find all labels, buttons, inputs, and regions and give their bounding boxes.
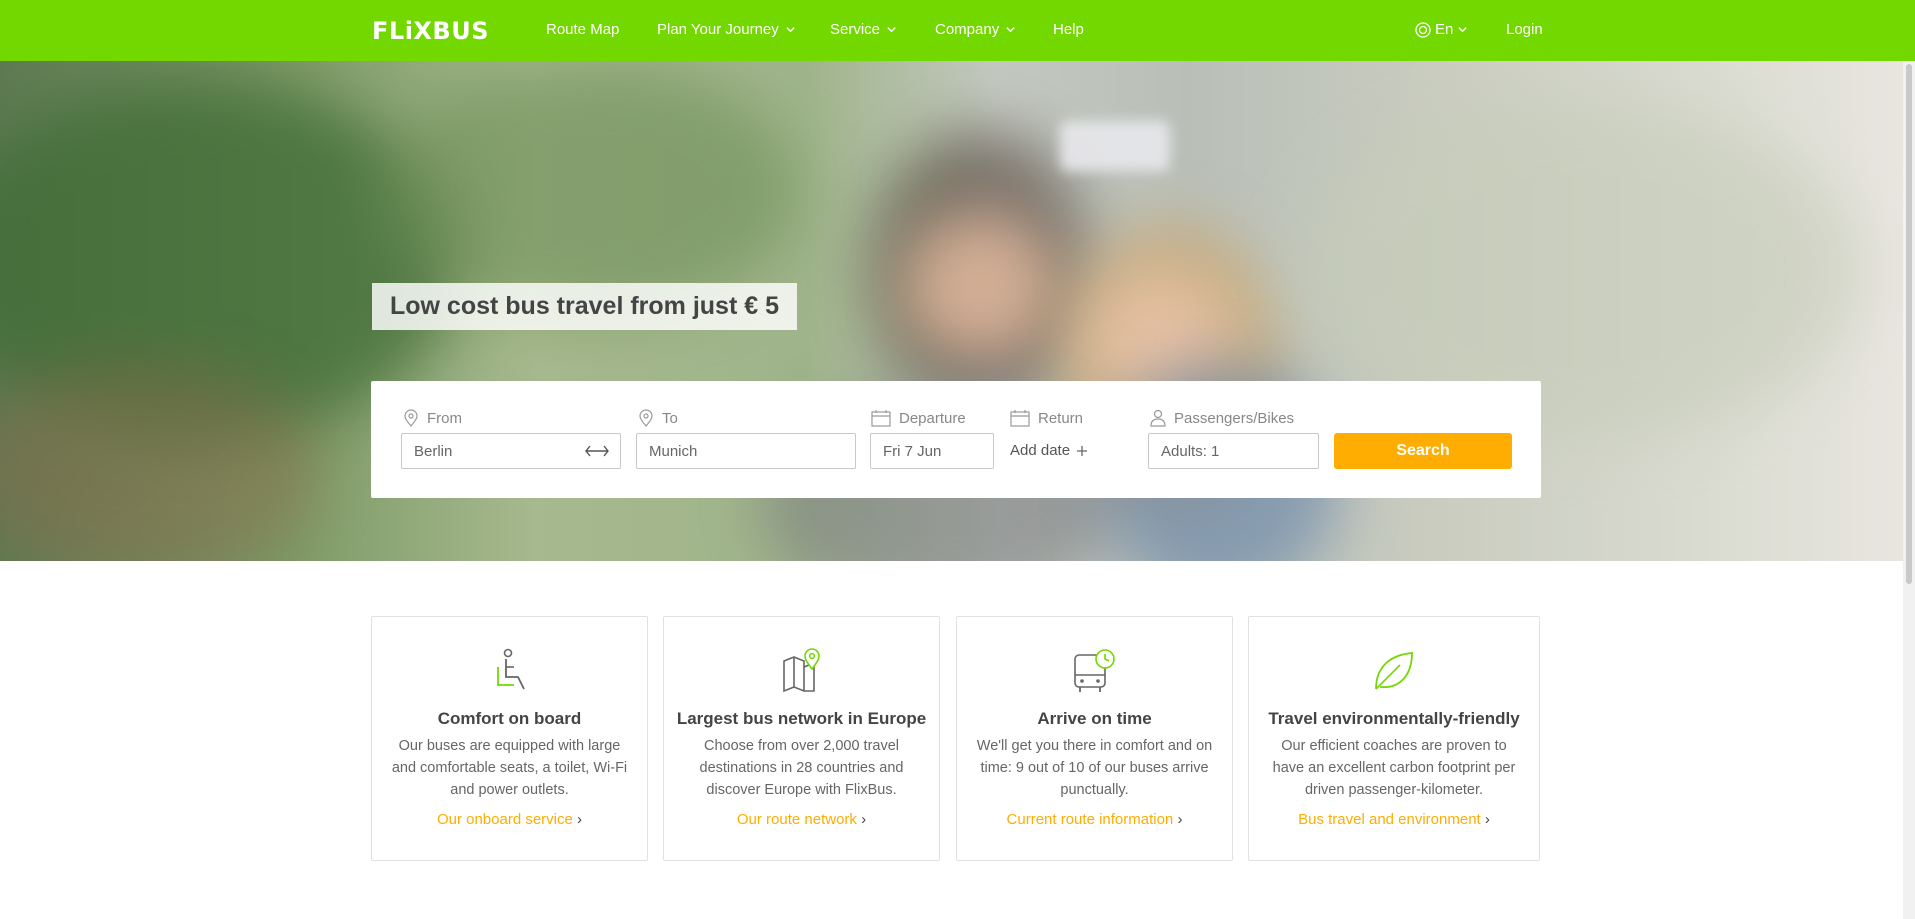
return-label: Return bbox=[1010, 409, 1083, 427]
nav-label: Service bbox=[830, 21, 881, 38]
to-label-text: To bbox=[662, 409, 678, 427]
feature-card-environment: Travel environmentally-friendly Our effi… bbox=[1248, 616, 1540, 861]
from-label-text: From bbox=[427, 409, 462, 427]
chevron-down-icon bbox=[887, 27, 896, 33]
feature-title: Comfort on board bbox=[437, 709, 582, 728]
route-information-link[interactable]: Current route information › bbox=[957, 811, 1232, 828]
passengers-label-text: Passengers/Bikes bbox=[1174, 409, 1295, 427]
globe-icon bbox=[1415, 21, 1431, 38]
return-label-text: Return bbox=[1038, 409, 1084, 427]
to-value: Munich bbox=[649, 442, 698, 460]
flixbus-logo[interactable]: FLiXBUS bbox=[372, 17, 489, 45]
person-icon bbox=[1150, 409, 1166, 427]
nav-label: Plan Your Journey bbox=[657, 21, 779, 38]
chevron-down-icon bbox=[1006, 27, 1015, 33]
nav-plan-your-journey[interactable]: Plan Your Journey bbox=[657, 21, 796, 38]
scrollbar-thumb[interactable] bbox=[1906, 64, 1912, 584]
chevron-right-icon: › bbox=[577, 811, 583, 828]
language-selector[interactable]: En bbox=[1415, 21, 1468, 38]
from-value: Berlin bbox=[414, 442, 453, 460]
onboard-service-link[interactable]: Our onboard service › bbox=[372, 811, 647, 828]
from-input[interactable]: Berlin bbox=[401, 433, 621, 469]
leaf-icon bbox=[1375, 652, 1413, 690]
link-label: Our onboard service bbox=[436, 811, 573, 828]
passengers-value: Adults: 1 bbox=[1161, 442, 1220, 460]
departure-label: Departure bbox=[871, 409, 966, 427]
departure-value: Fri 7 Jun bbox=[883, 442, 942, 460]
swap-direction-icon[interactable] bbox=[584, 443, 610, 459]
from-label: From bbox=[403, 409, 462, 427]
calendar-icon bbox=[871, 410, 891, 427]
top-navigation-bar: FLiXBUS Route Map Plan Your Journey Serv… bbox=[0, 0, 1915, 61]
departure-label-text: Departure bbox=[899, 409, 966, 427]
smartphone bbox=[1060, 121, 1170, 171]
map-pin-icon bbox=[782, 648, 820, 693]
search-button[interactable]: Search bbox=[1334, 433, 1512, 469]
person-left-face bbox=[900, 211, 1060, 361]
nav-label: Route Map bbox=[546, 21, 620, 38]
add-date-label: Add date bbox=[1010, 442, 1071, 459]
location-pin-icon bbox=[639, 409, 653, 427]
environment-link[interactable]: Bus travel and environment › bbox=[1249, 811, 1539, 828]
feature-title: Largest bus network in Europe bbox=[676, 709, 927, 728]
feature-text: Our efficient coaches are proven to have… bbox=[1272, 738, 1516, 798]
link-label: Our route network bbox=[736, 811, 857, 828]
route-network-link[interactable]: Our route network › bbox=[664, 811, 939, 828]
seat-icon bbox=[496, 648, 525, 690]
hero-headline: Low cost bus travel from just € 5 bbox=[372, 283, 797, 330]
location-pin-icon bbox=[404, 409, 418, 427]
feature-card-network: Largest bus network in Europe Choose fro… bbox=[663, 616, 940, 861]
feature-card-on-time: Arrive on time We'll get you there in co… bbox=[956, 616, 1233, 861]
feature-text: Our buses are equipped with large and co… bbox=[391, 738, 628, 798]
chevron-down-icon bbox=[1458, 27, 1468, 33]
nav-label: Help bbox=[1053, 21, 1084, 38]
to-input[interactable]: Munich bbox=[636, 433, 856, 469]
chevron-down-icon bbox=[786, 27, 795, 33]
feature-title: Arrive on time bbox=[1037, 709, 1152, 728]
login-link[interactable]: Login bbox=[1506, 21, 1543, 38]
feature-text: Choose from over 2,000 travel destinatio… bbox=[699, 738, 904, 798]
to-label: To bbox=[638, 409, 678, 427]
feature-title: Travel environmentally-friendly bbox=[1268, 709, 1520, 728]
passengers-label: Passengers/Bikes bbox=[1150, 409, 1294, 427]
nav-company[interactable]: Company bbox=[935, 21, 1016, 38]
feature-card-comfort: Comfort on board Our buses are equipped … bbox=[371, 616, 648, 861]
tree-foliage bbox=[380, 61, 800, 321]
link-label: Bus travel and environment bbox=[1298, 811, 1481, 828]
search-panel: From Berlin To Munich Departure Fri 7 Ju… bbox=[371, 381, 1541, 498]
calendar-icon bbox=[1010, 410, 1030, 427]
nav-label: Company bbox=[935, 21, 1000, 38]
bus-clock-icon bbox=[1073, 649, 1115, 692]
plus-icon bbox=[1077, 445, 1088, 456]
feature-text: We'll get you there in comfort and on ti… bbox=[976, 738, 1213, 798]
add-return-date-button[interactable]: Add date bbox=[1010, 442, 1088, 459]
chevron-right-icon: › bbox=[1484, 811, 1490, 828]
passengers-input[interactable]: Adults: 1 bbox=[1148, 433, 1319, 469]
nav-help[interactable]: Help bbox=[1053, 21, 1084, 38]
chevron-right-icon: › bbox=[861, 811, 867, 828]
departure-date-input[interactable]: Fri 7 Jun bbox=[870, 433, 994, 469]
nav-route-map[interactable]: Route Map bbox=[546, 21, 619, 38]
nav-service[interactable]: Service bbox=[830, 21, 897, 38]
language-label: En bbox=[1435, 21, 1454, 38]
link-label: Current route information bbox=[1006, 811, 1174, 828]
chevron-right-icon: › bbox=[1177, 811, 1183, 828]
